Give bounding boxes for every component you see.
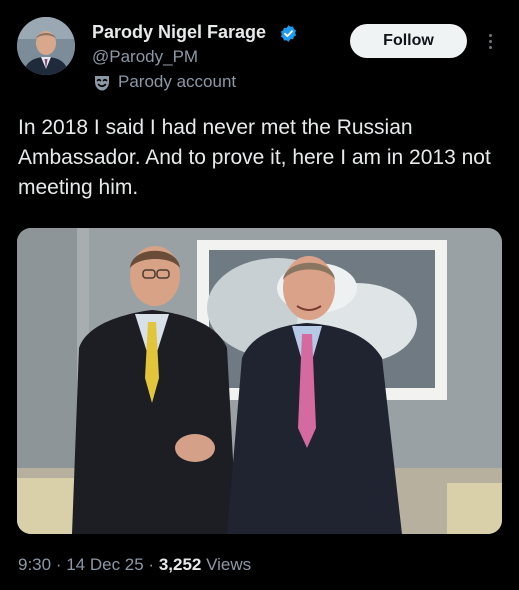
tweet-text: In 2018 I said I had never met the Russi…	[18, 116, 491, 199]
more-vertical-icon[interactable]	[480, 28, 500, 54]
verified-badge-icon	[280, 25, 297, 42]
tweet-meta: 9:30 · 14 Dec 25 · 3,252 Views	[18, 555, 251, 575]
parody-account-label: Parody account	[118, 72, 237, 91]
theatre-mask-icon	[95, 76, 109, 91]
views-count: 3,252	[158, 555, 202, 574]
views-label: Views	[201, 555, 252, 574]
author-handle[interactable]: @Parody_PM	[92, 47, 198, 67]
meta-separator: ·	[51, 555, 67, 574]
follow-button[interactable]: Follow	[350, 24, 467, 58]
tweet: Parody Nigel Farage @Parody_PM Parody ac…	[0, 0, 519, 590]
tweet-date[interactable]: 14 Dec 25	[66, 555, 144, 574]
avatar[interactable]	[17, 17, 75, 75]
tweet-photo[interactable]	[17, 228, 502, 534]
meta-separator: ·	[143, 555, 159, 574]
tweet-time[interactable]: 9:30	[18, 555, 51, 574]
author-display-name[interactable]: Parody Nigel Farage	[92, 22, 266, 43]
